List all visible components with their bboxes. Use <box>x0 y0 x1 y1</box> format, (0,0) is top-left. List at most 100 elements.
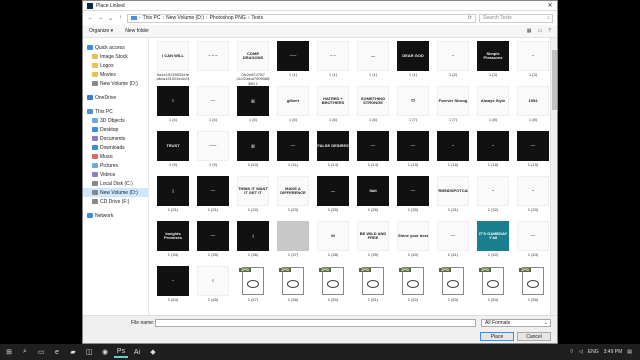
close-icon[interactable]: ✕ <box>543 1 557 11</box>
nav-item[interactable]: Network <box>83 211 148 220</box>
windows-start-icon[interactable]: ⊞ <box>2 346 16 358</box>
file-item[interactable]: ~~~ 1 (1) <box>273 41 313 86</box>
nav-item[interactable]: Logos <box>83 61 148 70</box>
file-item[interactable]: Forever Strong 1 (7) <box>433 86 473 131</box>
file-explorer-icon[interactable]: ▰ <box>66 346 80 358</box>
view-options-icon[interactable]: ▦ <box>527 28 532 34</box>
file-item[interactable]: ~~ 1 (15) <box>393 131 433 176</box>
nav-item[interactable]: Downloads <box>83 143 148 152</box>
breadcrumb-texts[interactable]: Texts <box>251 15 263 21</box>
nav-item[interactable]: New Volume (D:) <box>83 79 148 88</box>
file-item[interactable]: ~ ~ 1 (1) <box>313 41 353 86</box>
nav-item[interactable]: New Volume (D:) <box>83 188 148 197</box>
file-item[interactable]: COME DRAGONS 0fc2e874752 2c100cba7509088 … <box>233 41 273 86</box>
language-indicator[interactable]: ENG <box>588 349 599 355</box>
file-item[interactable]: ~~ 1 (11) <box>273 131 313 176</box>
edge-icon[interactable]: e <box>50 346 64 358</box>
up-arrow-icon[interactable]: ↑ <box>117 15 124 22</box>
file-item[interactable]: HATRED + BROTHERS 1 (6) <box>313 86 353 131</box>
file-item[interactable]: ≡ 1 (4) <box>153 86 193 131</box>
file-item[interactable]: ~1 (33) <box>513 176 553 221</box>
file-item[interactable]: ~~ 1 (21) <box>193 176 233 221</box>
file-item[interactable]: ~1 (32) <box>473 176 513 221</box>
place-button[interactable]: Place <box>480 332 514 341</box>
search-input[interactable]: Search Texts ⌕ <box>479 13 553 23</box>
file-item[interactable]: Always Style 1 (8) <box>473 86 513 131</box>
file-item[interactable]: TRUST 1 (9) <box>153 131 193 176</box>
file-item[interactable]: MAKE A DIFFERENCE 1 (23) <box>273 176 313 221</box>
help-icon[interactable]: ? <box>548 28 551 34</box>
organize-button[interactable]: Organize ▾ <box>89 28 113 34</box>
file-item[interactable]: I CAN WILL 0a1e152395551fe abca131002e4c2… <box>153 41 193 86</box>
file-item[interactable]: — 1 (1) <box>353 41 393 86</box>
file-item[interactable]: FALSE DESIRES 1 (14) <box>313 131 353 176</box>
refresh-icon[interactable]: ⟳ <box>468 15 475 21</box>
nav-item[interactable]: Music <box>83 152 148 161</box>
file-item[interactable]: THINK IT WANT IT GET IT 1 (22) <box>233 176 273 221</box>
nav-item[interactable]: Videos <box>83 170 148 179</box>
task-view-icon[interactable]: ▭ <box>34 346 48 358</box>
vertical-scrollbar[interactable] <box>550 38 557 317</box>
store-icon[interactable]: ◫ <box>82 346 96 358</box>
file-item[interactable]: ~1 (18) <box>473 131 513 176</box>
file-item[interactable]: JPG 1 (47) <box>233 266 273 311</box>
chrome-icon[interactable]: ◉ <box>98 346 112 358</box>
chevron-down-icon[interactable]: ⌄ <box>107 15 114 22</box>
file-type-select[interactable]: All Formats ⌄ <box>481 319 551 327</box>
nav-item[interactable]: Local Disk (C:) <box>83 179 148 188</box>
file-item[interactable]: ~1 (3) <box>513 41 553 86</box>
breadcrumb-photoshop-png[interactable]: Photoshop PNG <box>210 15 246 21</box>
file-item[interactable]: ~~ 1 (35) <box>193 221 233 266</box>
breadcrumb-new-volume[interactable]: New Volume (D:) <box>166 15 204 21</box>
file-item[interactable]: Simple Pleasures 1 (3) <box>473 41 513 86</box>
file-item[interactable]: ~1 (44) <box>153 266 193 311</box>
clock[interactable]: 3:49 PM <box>604 349 623 355</box>
file-item[interactable]: ~~ 1 (19) <box>513 131 553 176</box>
file-item[interactable]: | 1 (21) <box>153 176 193 221</box>
nav-item[interactable]: 3D Objects <box>83 116 148 125</box>
nav-item[interactable]: Quick access <box>83 43 148 52</box>
nav-item[interactable]: This PC <box>83 107 148 116</box>
file-item[interactable]: ~~~ 1 (9) <box>193 131 233 176</box>
file-item[interactable]: DEAR GOD 1 (1) <box>393 41 433 86</box>
nav-item[interactable]: Image Stock <box>83 52 148 61</box>
file-item[interactable]: JPG 1 (55) <box>513 266 553 311</box>
preview-pane-icon[interactable]: ▭ <box>537 28 542 34</box>
search-icon[interactable]: ⌕ <box>18 346 32 358</box>
file-item[interactable]: ||| 1 (10) <box>233 131 273 176</box>
file-item[interactable]: — 1 (25) <box>313 176 353 221</box>
file-item[interactable]: ~1 (16) <box>433 131 473 176</box>
nav-item[interactable]: OneDrive <box>83 93 148 102</box>
file-name-input[interactable] <box>155 319 476 327</box>
file-item[interactable]: ~~ 1 (43) <box>513 221 553 266</box>
volume-icon[interactable]: ◁ <box>579 349 583 355</box>
nav-item[interactable]: CD Drive (F:) <box>83 197 148 206</box>
file-item[interactable]: ~~ 1 (4) <box>193 86 233 131</box>
file-item[interactable]: ≡ 1 (45) <box>193 266 233 311</box>
nav-item[interactable]: Documents <box>83 134 148 143</box>
file-item[interactable]: ⛫ 1 (7) <box>393 86 433 131</box>
forward-arrow-icon[interactable]: → <box>97 15 104 22</box>
nav-item[interactable]: Desktop <box>83 125 148 134</box>
file-item[interactable]: glibert 1 (5) <box>273 86 313 131</box>
file-item[interactable]: W 1 (38) <box>313 221 353 266</box>
nav-item[interactable]: Pictures <box>83 161 148 170</box>
file-item[interactable]: IT'S GAMEDAY Y'all 1 (42) <box>473 221 513 266</box>
scrollbar-thumb[interactable] <box>552 50 557 110</box>
file-item[interactable]: | 1 (36) <box>233 221 273 266</box>
app-icon[interactable]: ◆ <box>146 346 160 358</box>
breadcrumb[interactable]: › This PC › New Volume (D:) › Photoshop … <box>127 13 476 23</box>
file-item[interactable]: Salt 1 (26) <box>353 176 393 221</box>
network-icon[interactable]: ⌔ <box>569 349 574 355</box>
file-item[interactable]: ~~ 1 (14) <box>353 131 393 176</box>
file-item[interactable]: ~~ 1 (30) <box>393 176 433 221</box>
back-arrow-icon[interactable]: ← <box>87 15 94 22</box>
file-item[interactable]: 1994 1 (8) <box>513 86 553 131</box>
nav-item[interactable]: Movies <box>83 70 148 79</box>
file-item[interactable]: JPG 1 (51) <box>353 266 393 311</box>
file-item[interactable]: ||| 1 (5) <box>233 86 273 131</box>
file-item[interactable]: JPG 1 (54) <box>473 266 513 311</box>
file-item[interactable]: SOMETHING STRONGE 1 (6) <box>353 86 393 131</box>
file-item[interactable]: ~ ~ ~ <box>193 41 233 86</box>
photoshop-icon[interactable]: Ps <box>114 346 128 358</box>
